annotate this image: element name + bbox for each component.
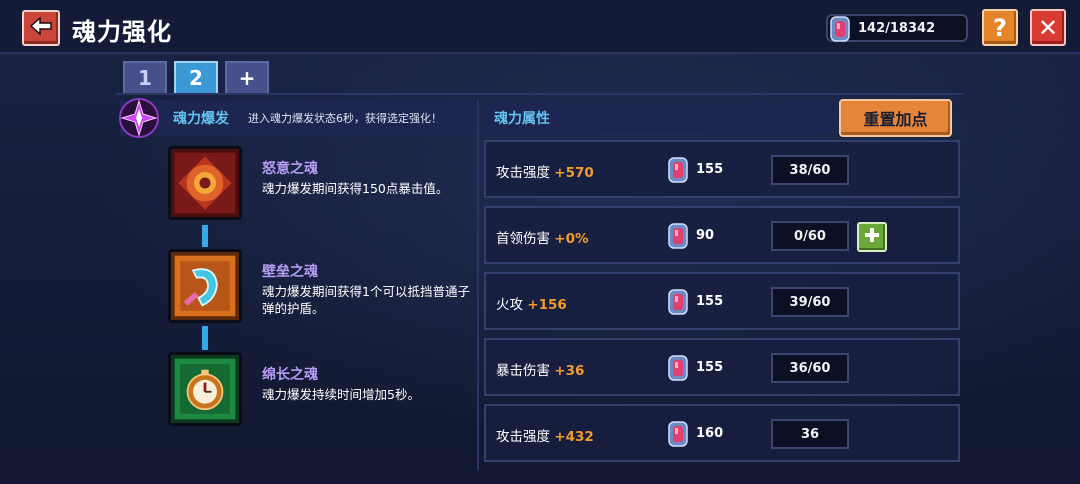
burst-title: 魂力爆发 [173, 111, 229, 127]
soul-name: 绵长之魂 [262, 367, 318, 383]
attribute-row: 暴击伤害 +36 155 36/60 [484, 338, 960, 396]
rage-soul-icon[interactable] [168, 146, 242, 220]
tab-2[interactable]: 2 [174, 61, 218, 93]
attributes-title: 魂力属性 [494, 111, 550, 127]
back-button[interactable] [22, 10, 60, 46]
upgrade-cost: 155 [696, 360, 724, 375]
attribute-label: 火攻 [496, 297, 523, 313]
back-arrow-icon [29, 16, 53, 40]
attribute-level: 36/60 [771, 353, 849, 383]
attribute-name: 首领伤害 +0% [496, 227, 589, 247]
page-title: 魂力强化 [72, 18, 172, 46]
attribute-level: 0/60 [771, 221, 849, 251]
longevity-soul-icon[interactable] [168, 352, 242, 426]
soul-crystal-icon [666, 354, 690, 386]
attribute-label: 首领伤害 [496, 231, 550, 247]
attribute-bonus: +36 [554, 363, 585, 379]
attribute-name: 攻击强度 +570 [496, 161, 594, 181]
upgrade-cost: 160 [696, 426, 724, 441]
add-point-button[interactable] [857, 222, 887, 252]
attribute-row: 火攻 +156 155 39/60 [484, 272, 960, 330]
upgrade-cost: 90 [696, 228, 715, 243]
soul-name: 壁垒之魂 [262, 264, 318, 280]
soul-burst-icon [118, 97, 160, 139]
attribute-bonus: +0% [554, 231, 589, 247]
currency-amount: 142/18342 [858, 20, 936, 36]
soul-description: 魂力爆发期间获得150点暴击值。 [262, 181, 449, 196]
soul-name: 怒意之魂 [262, 161, 318, 177]
attribute-row: 攻击强度 +570 155 38/60 [484, 140, 960, 198]
attribute-level: 38/60 [771, 155, 849, 185]
attribute-bonus: +570 [554, 165, 594, 181]
attribute-bonus: +156 [527, 297, 567, 313]
help-button[interactable]: ? [982, 9, 1018, 46]
attribute-bonus: +432 [554, 429, 594, 445]
attribute-row: 首领伤害 +0% 90 0/60 [484, 206, 960, 264]
column-divider [477, 100, 479, 470]
soul-crystal-icon [666, 156, 690, 188]
soul-crystal-icon [666, 222, 690, 254]
soul-crystal-icon [826, 14, 854, 48]
attribute-level: 39/60 [771, 287, 849, 317]
plus-icon [864, 227, 880, 247]
attribute-label: 攻击强度 [496, 165, 550, 181]
soul-crystal-icon [666, 288, 690, 320]
attribute-label: 暴击伤害 [496, 363, 550, 379]
attribute-name: 攻击强度 +432 [496, 425, 594, 445]
add-tab-button[interactable]: + [225, 61, 269, 93]
top-bar: 魂力强化 142/18342 ? ✕ [0, 0, 1080, 54]
burst-description: 进入魂力爆发状态6秒，获得选定强化！ [248, 112, 442, 125]
soul-description: 魂力爆发持续时间增加5秒。 [262, 387, 420, 402]
soul-connector [202, 225, 208, 247]
soul-connector [202, 326, 208, 350]
attribute-label: 攻击强度 [496, 429, 550, 445]
attribute-name: 暴击伤害 +36 [496, 359, 584, 379]
bulwark-soul-icon[interactable] [168, 249, 242, 323]
soul-currency-counter: 142/18342 [826, 14, 968, 42]
reset-points-button[interactable]: 重置加点 [839, 99, 952, 137]
attribute-name: 火攻 +156 [496, 293, 567, 313]
soul-crystal-icon [666, 420, 690, 452]
upgrade-cost: 155 [696, 294, 724, 309]
soul-description: 魂力爆发期间获得1个可以抵挡普通子弹的护盾。 [262, 284, 470, 316]
attribute-row: 攻击强度 +432 160 36 [484, 404, 960, 462]
close-button[interactable]: ✕ [1030, 9, 1066, 46]
upgrade-cost: 155 [696, 162, 724, 177]
tab-1[interactable]: 1 [123, 61, 167, 93]
attribute-level: 36 [771, 419, 849, 449]
tab-divider [116, 93, 964, 95]
